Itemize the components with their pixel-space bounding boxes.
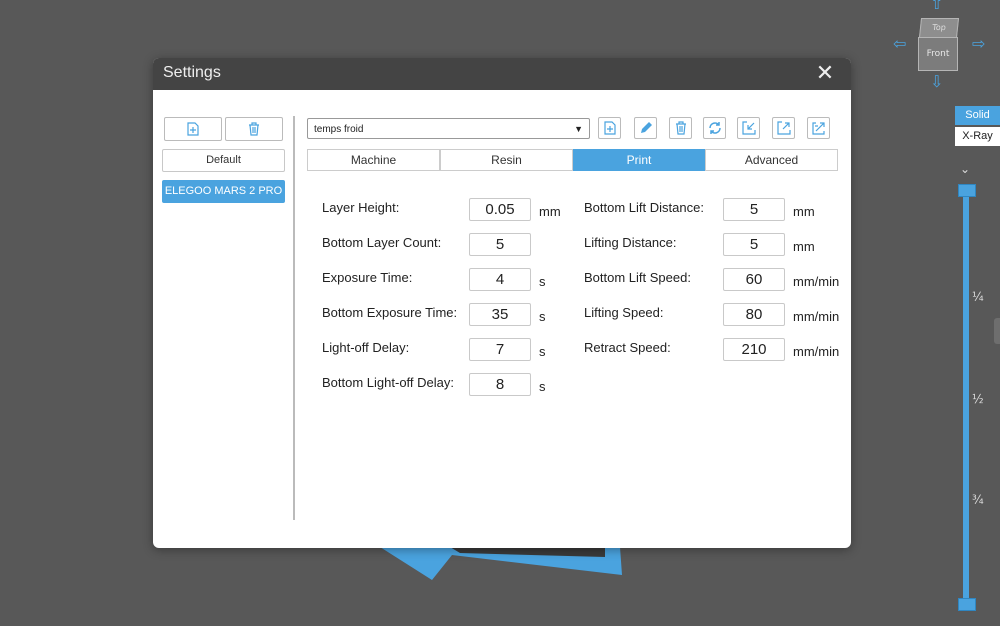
bottom-exposure-time-unit: s: [539, 309, 546, 324]
bottom-lift-distance-input[interactable]: 5: [723, 198, 785, 221]
layer-height-input[interactable]: 0.05: [469, 198, 531, 221]
export-icon: [776, 121, 791, 135]
panel-divider: [293, 116, 295, 520]
add-file-icon: [187, 122, 199, 136]
profile-select-value: temps froid: [314, 124, 364, 135]
add-preset-button[interactable]: [164, 117, 222, 141]
delete-preset-button[interactable]: [225, 117, 283, 141]
model-preview: [380, 547, 622, 580]
lifting-speed-unit: mm/min: [793, 309, 840, 324]
view-cube[interactable]: ⇧ ⇦ ⇨ ⇩ Top Front: [893, 0, 988, 92]
profile-select[interactable]: temps froid ▼: [307, 118, 590, 139]
import-profile-button[interactable]: [737, 117, 760, 139]
bottom-light-off-delay-unit: s: [539, 379, 546, 394]
chevron-down-icon[interactable]: ⌄: [960, 162, 970, 176]
bottom-layer-count-input[interactable]: 5: [469, 233, 531, 256]
tab-machine[interactable]: Machine: [307, 149, 440, 171]
bottom-exposure-time-input[interactable]: 35: [469, 303, 531, 326]
edit-icon: [640, 122, 652, 133]
trash-icon: [249, 122, 259, 136]
bottom-exposure-time-label: Bottom Exposure Time:: [322, 305, 458, 320]
exposure-time-input[interactable]: 4: [469, 268, 531, 291]
solid-mode-button[interactable]: Solid: [955, 106, 1000, 125]
dialog-titlebar[interactable]: Settings ✕: [153, 58, 851, 90]
xray-mode-button[interactable]: X-Ray: [955, 127, 1000, 146]
export-all-profile-button[interactable]: [807, 117, 830, 139]
retract-speed-unit: mm/min: [793, 344, 840, 359]
bottom-light-off-delay-label: Bottom Light-off Delay:: [322, 375, 454, 390]
rotate-up-icon[interactable]: ⇧: [930, 0, 943, 12]
refresh-icon: [708, 122, 721, 134]
side-panel-handle[interactable]: [994, 318, 1000, 344]
lifting-distance-label: Lifting Distance:: [584, 235, 677, 250]
light-off-delay-unit: s: [539, 344, 546, 359]
cube-face-top[interactable]: Top: [918, 18, 960, 38]
layer-height-label: Layer Height:: [322, 200, 400, 215]
slider-mark-quarter: ¼: [972, 290, 984, 304]
tab-print[interactable]: Print: [573, 149, 705, 171]
bottom-light-off-delay-input[interactable]: 8: [469, 373, 531, 396]
new-profile-icon: [603, 121, 616, 135]
bottom-lift-speed-input[interactable]: 60: [723, 268, 785, 291]
exposure-time-unit: s: [539, 274, 546, 289]
edit-profile-button[interactable]: [634, 117, 657, 139]
tab-resin[interactable]: Resin: [440, 149, 573, 171]
delete-icon: [675, 121, 686, 135]
export-profile-button[interactable]: [772, 117, 795, 139]
bottom-lift-distance-label: Bottom Lift Distance:: [584, 200, 704, 215]
bottom-lift-speed-unit: mm/min: [793, 274, 840, 289]
preset-elegoo-mars-2-pro[interactable]: ELEGOO MARS 2 PRO: [162, 180, 285, 203]
bottom-lift-speed-label: Bottom Lift Speed:: [584, 270, 691, 285]
rotate-left-icon[interactable]: ⇦: [893, 36, 906, 52]
lifting-distance-input[interactable]: 5: [723, 233, 785, 256]
slider-mark-three-quarter: ¾: [972, 493, 984, 507]
layer-slider-track[interactable]: [963, 190, 969, 606]
dialog-title: Settings: [163, 64, 221, 81]
retract-speed-label: Retract Speed:: [584, 340, 671, 355]
new-profile-button[interactable]: [598, 117, 621, 139]
settings-tabs: Machine Resin Print Advanced: [307, 149, 838, 171]
bottom-lift-distance-unit: mm: [793, 204, 815, 219]
settings-dialog: Settings ✕ Default ELEGOO MARS 2 PRO tem…: [153, 58, 851, 548]
export-all-icon: [811, 122, 825, 135]
tab-advanced[interactable]: Advanced: [705, 149, 838, 171]
rotate-right-icon[interactable]: ⇨: [972, 36, 985, 52]
retract-speed-input[interactable]: 210: [723, 338, 785, 361]
rotate-down-icon[interactable]: ⇩: [930, 74, 943, 90]
refresh-profile-button[interactable]: [703, 117, 726, 139]
light-off-delay-label: Light-off Delay:: [322, 340, 410, 355]
cube-face-front[interactable]: Front: [918, 37, 958, 71]
lifting-speed-input[interactable]: 80: [723, 303, 785, 326]
preset-default[interactable]: Default: [162, 149, 285, 172]
exposure-time-label: Exposure Time:: [322, 270, 413, 285]
delete-profile-button[interactable]: [669, 117, 692, 139]
layer-height-unit: mm: [539, 204, 561, 219]
layer-slider-bottom-handle[interactable]: [958, 598, 976, 611]
slider-mark-half: ½: [972, 392, 984, 406]
lifting-distance-unit: mm: [793, 239, 815, 254]
bottom-layer-count-label: Bottom Layer Count:: [322, 235, 442, 250]
lifting-speed-label: Lifting Speed:: [584, 305, 664, 320]
import-icon: [741, 121, 756, 135]
light-off-delay-input[interactable]: 7: [469, 338, 531, 361]
layer-slider-top-handle[interactable]: [958, 184, 976, 197]
dropdown-arrow-icon: ▼: [574, 124, 583, 134]
close-icon[interactable]: ✕: [813, 62, 837, 86]
